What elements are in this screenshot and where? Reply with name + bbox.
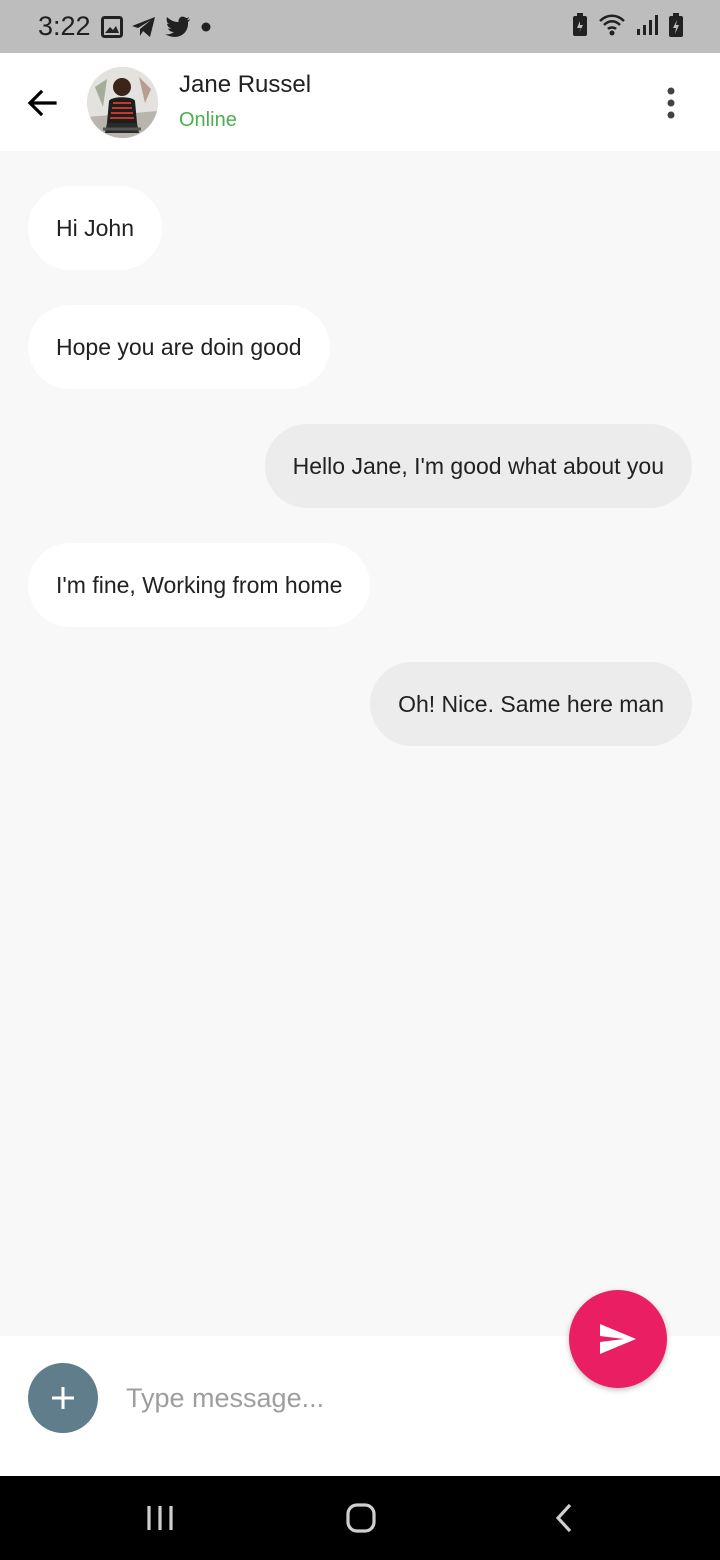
add-attachment-button[interactable]: [28, 1363, 98, 1433]
message-bubble-incoming[interactable]: Hope you are doin good: [28, 305, 330, 389]
send-icon: [600, 1324, 636, 1354]
chat-header: Jane Russel Online: [0, 53, 720, 151]
recent-apps-icon: [147, 1506, 173, 1530]
message-bubble-incoming[interactable]: I'm fine, Working from home: [28, 543, 371, 627]
twitter-icon: [164, 16, 191, 38]
dot-icon: [199, 20, 213, 34]
signal-icon: [636, 13, 658, 37]
message-input[interactable]: [126, 1372, 546, 1424]
system-icons: [572, 12, 684, 38]
nav-back-button[interactable]: [544, 1498, 584, 1538]
status-bar: 3:22: [0, 0, 720, 53]
notification-icons: [100, 15, 213, 38]
message-bubble-outgoing[interactable]: Oh! Nice. Same here man: [370, 662, 692, 746]
message-bubble-incoming[interactable]: Hi John: [28, 186, 162, 270]
home-icon: [346, 1503, 376, 1533]
back-icon: [555, 1503, 572, 1533]
contact-status: Online: [179, 109, 237, 131]
wifi-icon: [598, 13, 626, 37]
message-bubble-outgoing[interactable]: Hello Jane, I'm good what about you: [264, 424, 692, 508]
send-button[interactable]: [569, 1290, 667, 1388]
system-navigation-bar: [0, 1476, 720, 1560]
message-list: Hi John Hope you are doin good Hello Jan…: [0, 151, 720, 1336]
chat-screen: 3:22 Jane Russel Online Hi John Hope you…: [0, 0, 720, 1560]
status-time: 3:22: [38, 11, 91, 41]
contact-name: Jane Russel: [179, 71, 312, 98]
arrow-back-icon: [27, 89, 57, 117]
telegram-icon: [131, 16, 157, 38]
more-vert-icon: [667, 87, 675, 119]
back-button[interactable]: [22, 83, 62, 123]
home-button[interactable]: [341, 1498, 381, 1538]
contact-avatar[interactable]: [87, 67, 158, 138]
plus-icon: [52, 1387, 74, 1409]
battery-saver-icon: [572, 12, 588, 38]
recent-apps-button[interactable]: [140, 1498, 180, 1538]
gallery-icon: [100, 15, 123, 38]
battery-charging-icon: [668, 12, 684, 38]
more-options-button[interactable]: [656, 83, 686, 123]
